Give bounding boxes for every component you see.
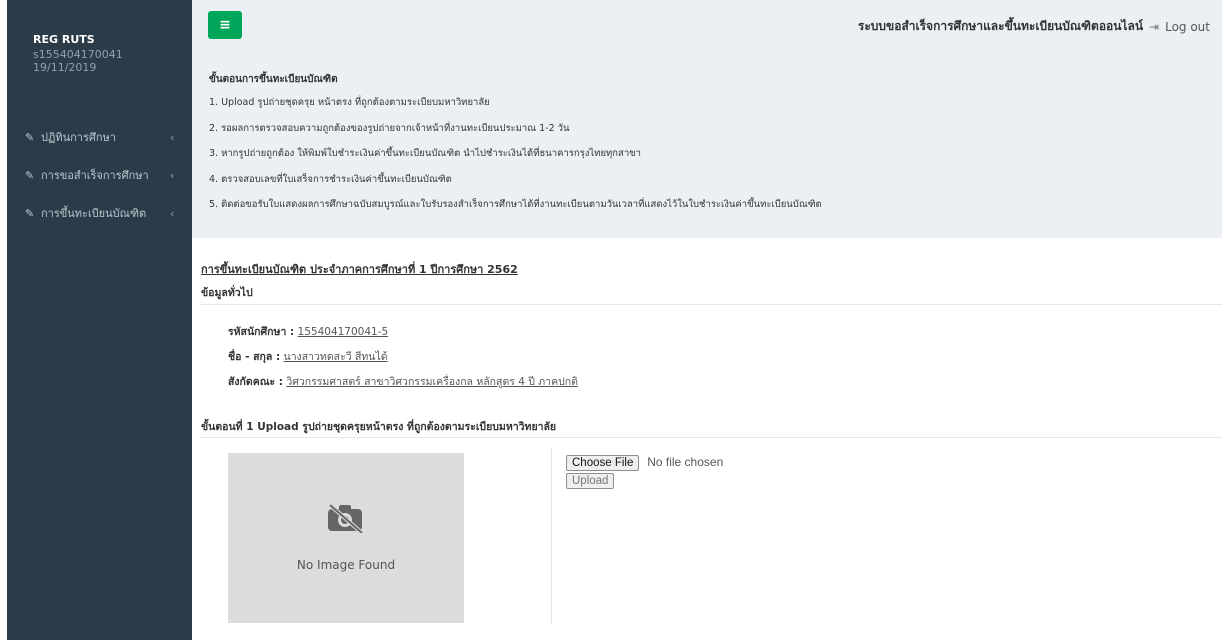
faculty-label: สังกัดคณะ : <box>228 376 283 388</box>
column-divider <box>551 448 552 624</box>
chevron-left-icon: ‹ <box>170 168 175 182</box>
sidebar-item-graduation-request[interactable]: ✎ การขอสำเร็จการศึกษา ‹ <box>7 156 192 194</box>
menu-toggle-button[interactable]: ≡ <box>208 11 242 39</box>
faculty-row: สังกัดคณะ : วิศวกรรมศาสตร์ สาขาวิศวกรรมเ… <box>228 373 578 398</box>
sidebar-item-label: การขึ้นทะเบียนบัณฑิต <box>41 207 147 220</box>
name-label: ชื่อ - สกุล : <box>228 351 281 363</box>
general-info-heading: ข้อมูลทั่วไป <box>201 287 253 299</box>
brand-block: REG RUTS s155404170041 19/11/2019 <box>33 34 123 74</box>
login-date: 19/11/2019 <box>33 61 97 74</box>
file-upload-area: Choose File No file chosen Upload <box>566 455 723 489</box>
name-row: ชื่อ - สกุล : นางสาวทดสะวี สีทนได้ <box>228 348 578 373</box>
student-id-label: รหัสนักศึกษา : <box>228 326 295 338</box>
section-title: การขึ้นทะเบียนบัณฑิต ประจำภาคการศึกษาที่… <box>201 263 518 276</box>
sidebar-item-graduate-registration[interactable]: ✎ การขึ้นทะเบียนบัณฑิต ‹ <box>7 194 192 232</box>
faculty-value[interactable]: วิศวกรรมศาสตร์ สาขาวิศวกรรมเครื่องกล หลั… <box>286 376 578 388</box>
sidebar: REG RUTS s155404170041 19/11/2019 ✎ ปฏิท… <box>7 0 192 640</box>
user-id: s155404170041 <box>33 48 123 61</box>
student-id-row: รหัสนักศึกษา : 155404170041-5 <box>228 323 578 348</box>
no-image-text: No Image Found <box>296 558 396 572</box>
edit-icon: ✎ <box>25 130 35 144</box>
sidebar-item-label: การขอสำเร็จการศึกษา <box>41 169 149 182</box>
divider <box>200 304 1222 305</box>
step-item: 3. หากรูปถ่ายถูกต้อง ให้พิมพ์ใบชำระเงินค… <box>209 148 641 160</box>
upload-button[interactable]: Upload <box>566 473 615 489</box>
chevron-left-icon: ‹ <box>170 206 175 220</box>
photo-preview: No Image Found <box>228 453 464 623</box>
divider <box>200 437 1222 438</box>
edit-icon: ✎ <box>25 206 35 220</box>
student-id-value[interactable]: 155404170041-5 <box>298 326 389 338</box>
edit-icon: ✎ <box>25 168 35 182</box>
header-right: ระบบขอสำเร็จการศึกษาและขึ้นทะเบียนบัณฑิต… <box>858 17 1210 36</box>
chevron-left-icon: ‹ <box>170 130 175 144</box>
step-item: 1. Upload รูปถ่ายชุดครุย หน้าตรง ที่ถูกต… <box>209 97 490 108</box>
brand-name: REG RUTS <box>33 33 95 46</box>
choose-file-button[interactable]: Choose File <box>566 455 640 471</box>
sidebar-item-label: ปฏิทินการศึกษา <box>41 131 116 144</box>
sidebar-nav: ✎ ปฏิทินการศึกษา ‹ ✎ การขอสำเร็จการศึกษา… <box>7 118 192 232</box>
logout-icon[interactable]: ⇥ <box>1149 20 1159 34</box>
registration-steps: ขั้นตอนการขึ้นทะเบียนบัณฑิต 1. Upload รู… <box>209 72 822 223</box>
sidebar-item-calendar[interactable]: ✎ ปฏิทินการศึกษา ‹ <box>7 118 192 156</box>
system-title: ระบบขอสำเร็จการศึกษาและขึ้นทะเบียนบัณฑิต… <box>857 19 1144 33</box>
step1-heading: ขั้นตอนที่ 1 Upload รูปถ่ายชุดครุยหน้าตร… <box>201 421 557 433</box>
step-item: 2. รอผลการตรวจสอบความถูกต้องของรูปถ่ายจา… <box>209 122 570 134</box>
logout-link[interactable]: Log out <box>1165 20 1210 34</box>
step-item: 4. ตรวจสอบเลขที่ใบเสร็จการชำระเงินค่าขึ้… <box>209 173 452 185</box>
step-item: 5. ติดต่อขอรับใบแสดงผลการศึกษาฉบับสมบูรณ… <box>209 199 822 211</box>
name-value[interactable]: นางสาวทดสะวี สีทนได้ <box>284 351 388 363</box>
file-status: No file chosen <box>647 455 724 469</box>
no-camera-icon <box>328 503 364 533</box>
steps-title: ขั้นตอนการขึ้นทะเบียนบัณฑิต <box>209 74 338 85</box>
student-info: รหัสนักศึกษา : 155404170041-5 ชื่อ - สกุ… <box>228 323 578 398</box>
